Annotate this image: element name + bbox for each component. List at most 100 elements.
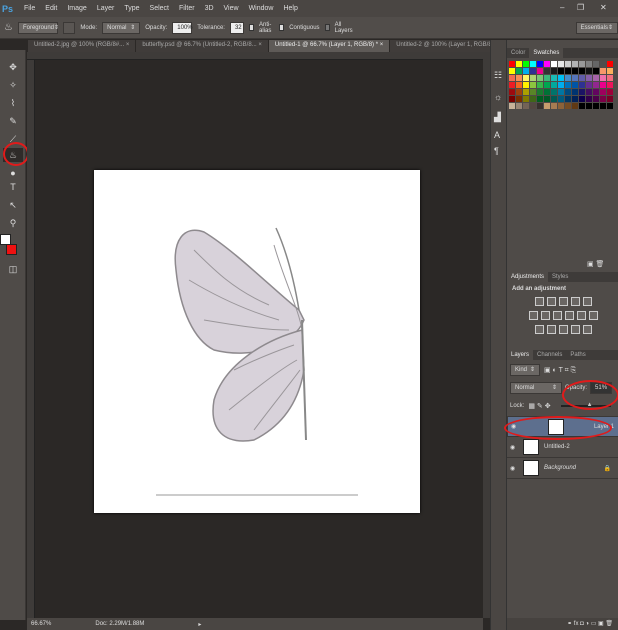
swatch[interactable] (600, 103, 606, 109)
selective-color-icon[interactable] (570, 325, 580, 334)
brightness-icon[interactable] (534, 297, 544, 306)
history-panel-icon[interactable]: ☷ (494, 70, 502, 81)
tab-adjustments[interactable]: Adjustments (507, 272, 549, 282)
curves-icon[interactable] (558, 297, 568, 306)
swatch[interactable] (607, 96, 613, 102)
swatch[interactable] (572, 103, 578, 109)
mode-select[interactable]: Normal ⇕ (102, 21, 141, 34)
adjustments-panel-icon[interactable]: ☼ (494, 92, 502, 102)
swatch[interactable] (607, 61, 613, 67)
menu-edit[interactable]: Edit (40, 5, 62, 12)
swatch[interactable] (572, 68, 578, 74)
swatch[interactable] (523, 82, 529, 88)
swatch[interactable] (586, 82, 592, 88)
swatch[interactable] (579, 61, 585, 67)
zoom-level[interactable]: 66.67% (31, 621, 51, 627)
swatch[interactable] (558, 75, 564, 81)
background-color-swatch[interactable] (6, 244, 17, 255)
posterize-icon[interactable] (546, 325, 556, 334)
swatch[interactable] (565, 61, 571, 67)
fill-source-select[interactable]: Foreground ⇕ (17, 21, 59, 34)
swatch[interactable] (509, 96, 515, 102)
swatch[interactable] (572, 82, 578, 88)
swatch[interactable] (558, 96, 564, 102)
quick-mask-icon[interactable]: ◫ (3, 262, 23, 276)
swatch[interactable] (600, 75, 606, 81)
swatch[interactable] (579, 68, 585, 74)
swatch[interactable] (516, 96, 522, 102)
magic-wand-tool-icon[interactable]: ✧ (3, 78, 23, 92)
pattern-picker[interactable] (62, 21, 76, 34)
swatch[interactable] (516, 103, 522, 109)
swatch[interactable] (565, 103, 571, 109)
swatch[interactable] (537, 75, 543, 81)
vertical-scrollbar[interactable] (483, 52, 490, 618)
layer-row-background[interactable]: ◉ Background 🔒 (507, 458, 618, 479)
visibility-eye-icon[interactable]: ◉ (510, 444, 518, 451)
swatch[interactable] (586, 61, 592, 67)
contiguous-checkbox[interactable] (279, 24, 285, 31)
minimize-button[interactable]: – (560, 3, 564, 12)
swatch[interactable] (523, 103, 529, 109)
swatch[interactable] (537, 96, 543, 102)
swatch[interactable] (516, 82, 522, 88)
tab-styles[interactable]: Styles (548, 272, 572, 282)
restore-button[interactable]: ❐ (577, 3, 584, 12)
move-tool-icon[interactable]: ✥ (3, 60, 23, 74)
swatch[interactable] (558, 68, 564, 74)
tab-layers[interactable]: Layers (507, 350, 534, 360)
menu-window[interactable]: Window (244, 5, 279, 12)
swatch[interactable] (600, 96, 606, 102)
paragraph-panel-icon[interactable]: ¶ (494, 146, 499, 156)
swatch[interactable] (607, 82, 613, 88)
swatch[interactable] (593, 103, 599, 109)
menu-view[interactable]: View (219, 5, 244, 12)
tab-close-icon[interactable]: × (380, 42, 384, 48)
swatch[interactable] (551, 103, 557, 109)
blend-mode-select[interactable]: Normal ⇕ (510, 382, 562, 394)
swatch[interactable] (523, 68, 529, 74)
status-menu-arrow-icon[interactable]: ▸ (198, 621, 201, 628)
swatch[interactable] (551, 96, 557, 102)
swatch[interactable] (593, 68, 599, 74)
layer-row-untitled-2[interactable]: ◉ Untitled-2 (507, 437, 618, 458)
menu-type[interactable]: Type (119, 5, 144, 12)
swatch[interactable] (544, 61, 550, 67)
swatch[interactable] (523, 75, 529, 81)
swatch[interactable] (509, 103, 515, 109)
tab-paths[interactable]: Paths (566, 350, 589, 360)
menu-help[interactable]: Help (278, 5, 302, 12)
swatch[interactable] (565, 89, 571, 95)
swatch[interactable] (516, 68, 522, 74)
levels-icon[interactable] (546, 297, 556, 306)
swatch[interactable] (600, 89, 606, 95)
paint-bucket-icon[interactable]: ♨ (4, 22, 13, 33)
swatch[interactable] (565, 96, 571, 102)
swatch[interactable] (572, 61, 578, 67)
vibrance-icon[interactable] (582, 297, 592, 306)
swatch[interactable] (607, 68, 613, 74)
swatch[interactable] (600, 68, 606, 74)
swatch[interactable] (530, 82, 536, 88)
color-balance-icon[interactable] (540, 311, 550, 320)
swatch[interactable] (572, 89, 578, 95)
hue-saturation-icon[interactable] (528, 311, 538, 320)
tolerance-input[interactable]: 32 (229, 21, 244, 34)
swatch[interactable] (530, 61, 536, 67)
black-white-icon[interactable] (552, 311, 562, 320)
swatch[interactable] (544, 89, 550, 95)
swatch[interactable] (509, 68, 515, 74)
swatch[interactable] (530, 103, 536, 109)
swatch[interactable] (544, 82, 550, 88)
swatch[interactable] (516, 61, 522, 67)
swatch[interactable] (558, 89, 564, 95)
histogram-icon[interactable]: ▟ (494, 112, 501, 123)
character-panel-icon[interactable]: A (494, 130, 500, 140)
swatch[interactable] (523, 61, 529, 67)
swatch[interactable] (551, 89, 557, 95)
lock-icons[interactable]: ▦ ✎ ✥ (528, 402, 550, 410)
all-layers-checkbox[interactable] (324, 24, 330, 31)
threshold-icon[interactable] (558, 325, 568, 334)
photo-filter-icon[interactable] (564, 311, 574, 320)
swatch[interactable] (586, 96, 592, 102)
